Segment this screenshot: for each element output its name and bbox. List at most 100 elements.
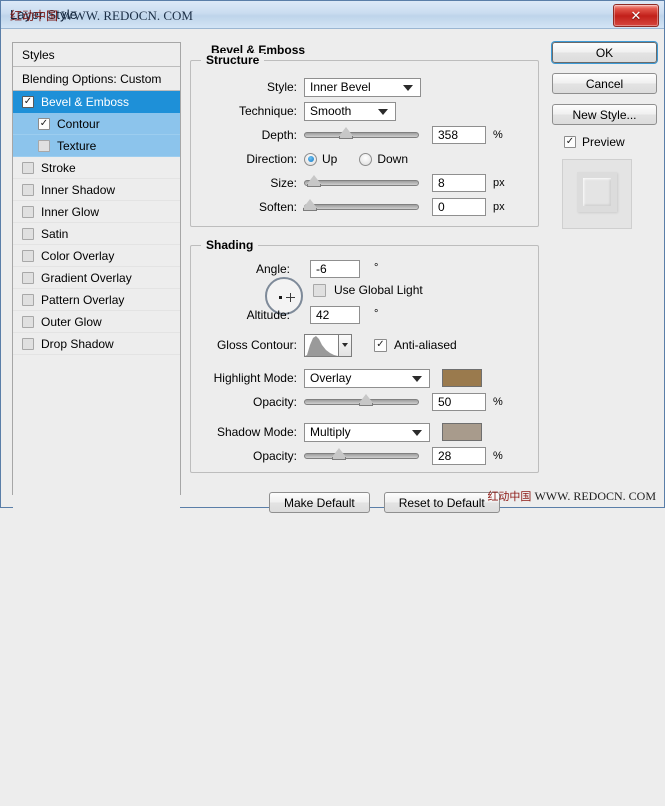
highlight-mode-value: Overlay (310, 371, 352, 385)
reset-to-default-button[interactable]: Reset to Default (383, 492, 500, 513)
highlight-color-swatch[interactable] (442, 369, 482, 387)
gloss-contour-row: Gloss Contour: ✓ Anti-aliased (201, 330, 528, 360)
dial-handle-icon[interactable] (286, 293, 295, 302)
size-label: Size: (270, 176, 297, 190)
styles-list-filler (13, 355, 180, 806)
gloss-contour-picker[interactable] (304, 333, 352, 357)
pattern-overlay-checkbox[interactable] (22, 293, 34, 306)
depth-input[interactable]: 358 (432, 126, 486, 144)
direction-down-label: Down (377, 152, 409, 166)
chevron-down-icon (403, 85, 413, 91)
dialog-body: Styles Blending Options: Custom ✓ Bevel … (1, 29, 664, 806)
inner-glow-checkbox[interactable] (22, 205, 34, 218)
shadow-opacity-input[interactable]: 28 (432, 447, 486, 465)
shadow-mode-value: Multiply (310, 425, 351, 439)
sidebar-item-label: Drop Shadow (41, 336, 114, 351)
preview-toggle[interactable]: ✓ Preview (564, 135, 657, 149)
angle-input[interactable]: -6 (310, 260, 360, 278)
depth-label: Depth: (261, 128, 297, 142)
shadow-mode-select[interactable]: Multiply (304, 422, 430, 442)
anti-aliased-checkbox[interactable]: ✓ (374, 338, 387, 352)
shadow-color-swatch[interactable] (442, 423, 482, 441)
color-overlay-checkbox[interactable] (22, 249, 34, 262)
style-select[interactable]: Inner Bevel (304, 77, 421, 97)
satin-checkbox[interactable] (22, 227, 34, 240)
size-input[interactable]: 8 (432, 174, 486, 192)
highlight-opacity-slider[interactable] (304, 393, 419, 411)
sidebar-item-label: Outer Glow (41, 314, 102, 329)
outer-glow-checkbox[interactable] (22, 315, 34, 328)
gloss-contour-dropdown[interactable] (339, 333, 352, 357)
new-style-button[interactable]: New Style... (552, 104, 657, 125)
bevel-emboss-checkbox[interactable]: ✓ (22, 95, 34, 108)
sidebar-item-gradient-overlay[interactable]: Gradient Overlay (13, 267, 180, 289)
styles-header: Styles (13, 43, 180, 67)
sidebar-item-blending-options[interactable]: Blending Options: Custom (13, 67, 180, 91)
angle-unit: ° (374, 262, 379, 274)
sidebar-item-stroke[interactable]: Stroke (13, 157, 180, 179)
preview-shape-icon (577, 172, 617, 212)
altitude-input[interactable]: 42 (310, 306, 360, 324)
sidebar-item-label: Color Overlay (41, 248, 115, 263)
style-select-value: Inner Bevel (310, 80, 371, 94)
use-global-light-checkbox[interactable] (313, 284, 326, 297)
soften-slider[interactable] (302, 198, 419, 216)
texture-checkbox[interactable] (38, 139, 50, 152)
drop-shadow-checkbox[interactable] (22, 337, 34, 350)
altitude-label: Altitude: (246, 308, 290, 322)
altitude-unit: ° (374, 308, 379, 320)
stroke-checkbox[interactable] (22, 161, 34, 174)
depth-slider-thumb[interactable] (338, 127, 353, 141)
inner-shadow-checkbox[interactable] (22, 183, 34, 196)
sidebar-item-bevel-emboss[interactable]: ✓ Bevel & Emboss (13, 91, 180, 113)
technique-select[interactable]: Smooth (304, 101, 396, 121)
shadow-opacity-thumb[interactable] (331, 448, 346, 462)
shading-group: Shading Angle: -6 ° Use Global Light Alt… (190, 238, 539, 473)
sidebar-item-inner-glow[interactable]: Inner Glow (13, 201, 180, 223)
sidebar-item-inner-shadow[interactable]: Inner Shadow (13, 179, 180, 201)
depth-unit: % (493, 129, 503, 141)
structure-legend: Structure (201, 53, 265, 67)
ok-button[interactable]: OK (552, 42, 657, 63)
style-row: Style: Inner Bevel (201, 75, 528, 99)
styles-list-panel: Styles Blending Options: Custom ✓ Bevel … (12, 42, 181, 806)
cancel-button[interactable]: Cancel (552, 73, 657, 94)
highlight-mode-select[interactable]: Overlay (304, 368, 430, 388)
structure-group: Structure Style: Inner Bevel Technique: … (190, 53, 539, 227)
soften-input[interactable]: 0 (432, 198, 486, 216)
sidebar-item-satin[interactable]: Satin (13, 223, 180, 245)
contour-checkbox[interactable]: ✓ (38, 117, 50, 130)
bottom-watermark: 红动中国 WWW. REDOCN. COM (487, 488, 656, 504)
depth-slider[interactable] (304, 126, 419, 144)
sidebar-item-label: Texture (57, 138, 97, 153)
direction-row: Direction: Up Down (201, 147, 528, 171)
sidebar-item-label: Stroke (41, 160, 76, 175)
sidebar-item-label: Bevel & Emboss (41, 94, 130, 109)
layer-style-dialog: Layer Style 红动中国 WWW. REDOCN. COM ✕ Styl… (0, 0, 665, 806)
direction-up-radio[interactable] (304, 152, 317, 166)
title-watermark: 红动中国 WWW. REDOCN. COM (10, 7, 193, 24)
gradient-overlay-checkbox[interactable] (22, 271, 34, 284)
preview-checkbox[interactable]: ✓ (564, 136, 576, 148)
sidebar-item-texture[interactable]: Texture (13, 135, 180, 157)
close-icon[interactable]: ✕ (613, 4, 659, 27)
shadow-opacity-slider[interactable] (304, 447, 419, 465)
dialog-actions: OK Cancel New Style... ✓ Preview (552, 42, 657, 229)
soften-label: Soften: (258, 200, 297, 214)
highlight-opacity-input[interactable]: 50 (432, 393, 486, 411)
size-slider-thumb[interactable] (307, 175, 322, 189)
sidebar-item-contour[interactable]: ✓ Contour (13, 113, 180, 135)
size-slider[interactable] (304, 174, 419, 192)
direction-down-radio[interactable] (359, 152, 373, 166)
make-default-button[interactable]: Make Default (269, 492, 370, 513)
watermark-url-text: WWW. REDOCN. COM (61, 8, 193, 23)
gloss-contour-thumbnail[interactable] (304, 333, 339, 357)
sidebar-item-drop-shadow[interactable]: Drop Shadow (13, 333, 180, 355)
direction-up-label: Up (322, 152, 338, 166)
use-global-light-label: Use Global Light (334, 283, 423, 297)
soften-slider-thumb[interactable] (302, 199, 317, 213)
sidebar-item-color-overlay[interactable]: Color Overlay (13, 245, 180, 267)
highlight-opacity-thumb[interactable] (359, 394, 374, 408)
sidebar-item-pattern-overlay[interactable]: Pattern Overlay (13, 289, 180, 311)
sidebar-item-outer-glow[interactable]: Outer Glow (13, 311, 180, 333)
